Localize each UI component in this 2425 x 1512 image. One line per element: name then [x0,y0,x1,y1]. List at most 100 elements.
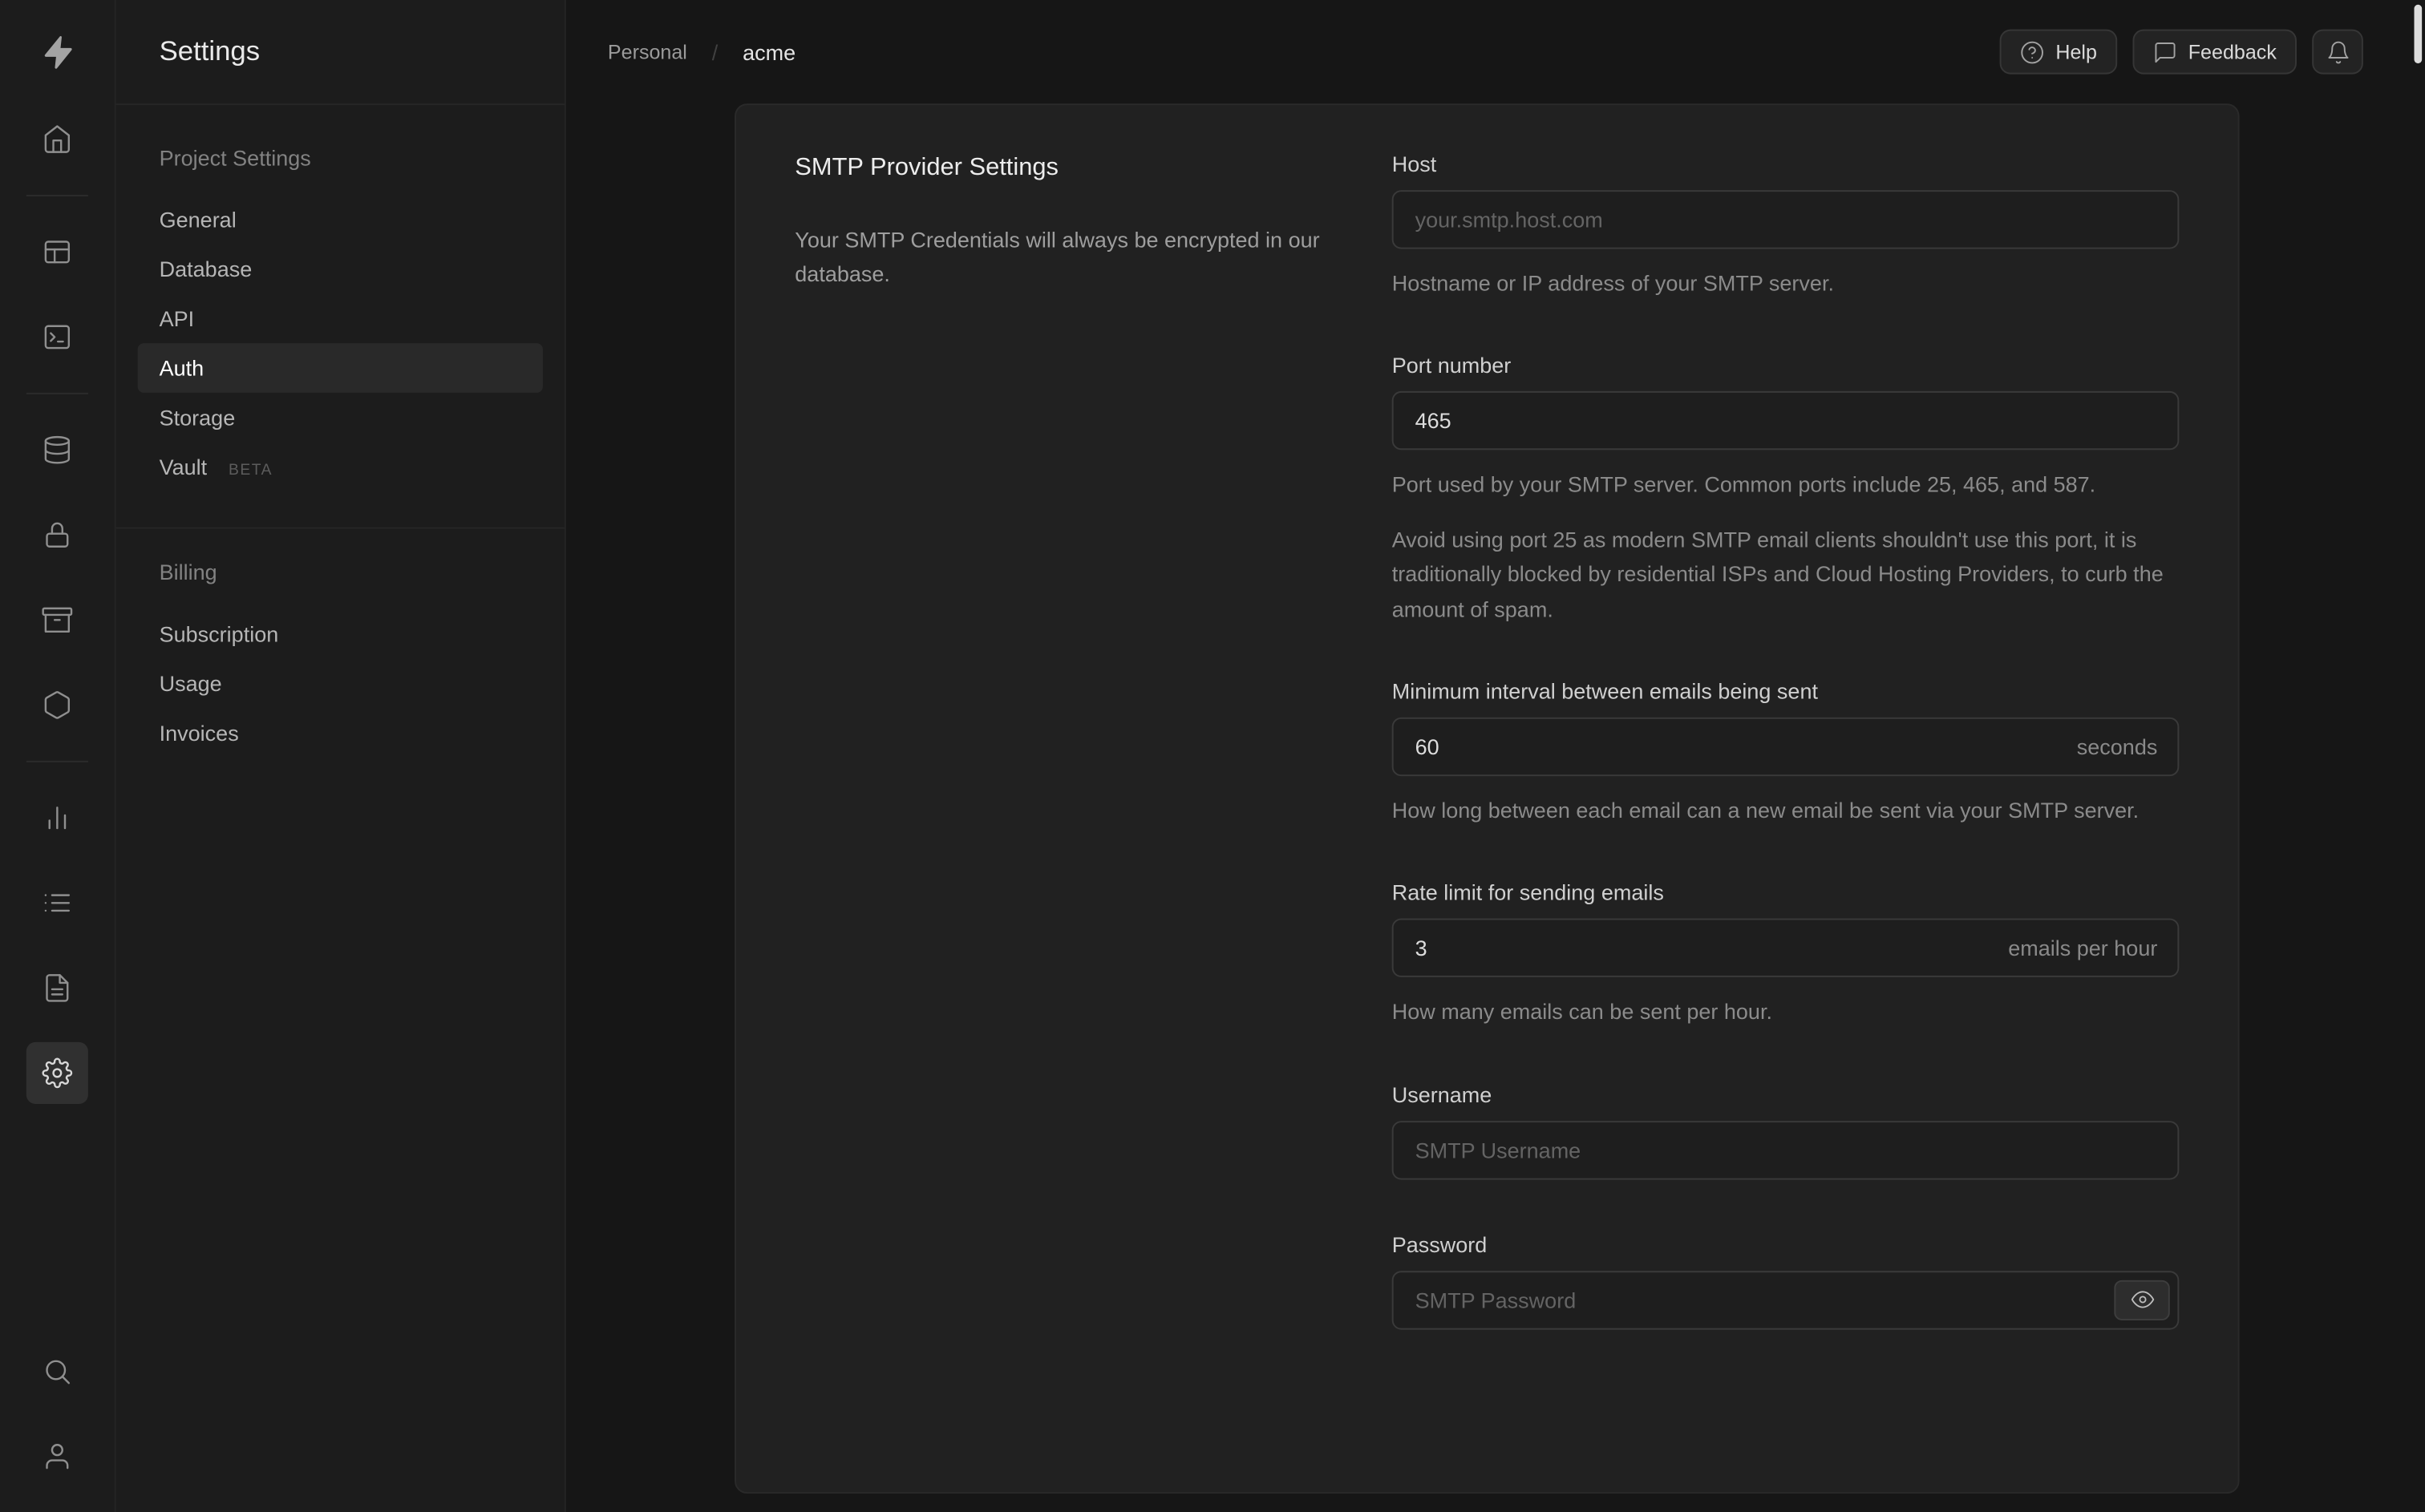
app-window: Settings Project Settings General Databa… [0,0,2425,1512]
sidebar-item-api[interactable]: API [116,293,565,343]
rail-item-home[interactable] [26,108,88,170]
rail-item-auth[interactable] [26,504,88,566]
section-heading-project-settings: Project Settings [159,145,311,171]
rail-item-logs[interactable] [26,872,88,934]
reveal-password-button[interactable] [2114,1280,2170,1320]
sidebar-item-general[interactable]: General [116,195,565,245]
smtp-port-input[interactable] [1391,391,2180,451]
storage-icon [42,607,73,633]
rail-item-settings[interactable] [26,1041,88,1104]
scrollbar-thumb[interactable] [2414,4,2423,64]
sidebar-item-usage[interactable]: Usage [116,659,565,709]
rail-item-table-editor[interactable] [26,221,88,283]
breadcrumb-project[interactable]: acme [743,39,796,64]
port-helper-1: Port used by your SMTP server. Common po… [1391,471,2096,497]
settings-sidebar-header: Settings [115,0,565,106]
eye-icon [2130,1291,2154,1308]
settings-sidebar: Settings Project Settings General Databa… [115,0,566,1512]
sql-editor-icon [44,325,71,350]
edge-functions-icon [44,691,71,719]
user-icon [46,1444,69,1470]
rail-divider [26,760,88,762]
sidebar-item-database[interactable]: Database [116,245,565,294]
settings-sidebar-body: Project Settings General Database API Au… [115,105,565,791]
lock-icon [46,522,69,548]
rail-item-reports[interactable] [26,787,88,849]
rate-limit-helper: How many emails can be sent per hour. [1391,999,1772,1025]
field-minimum-interval: Minimum interval between emails being se… [1391,678,2180,828]
field-rate-limit: Rate limit for sending emails emails per… [1391,880,2180,1029]
panel-title: SMTP Provider Settings [795,154,1059,181]
smtp-settings-panel: SMTP Provider Settings Your SMTP Credent… [735,103,2240,1494]
bell-icon [2327,40,2348,63]
icon-rail [0,0,116,1512]
page-title: Settings [159,35,261,67]
rail-item-database[interactable] [26,419,88,481]
port-input-wrap [1391,391,2180,451]
top-bar: Personal / acme Help Feedback [566,0,2425,103]
sidebar-item-subscription[interactable]: Subscription [116,609,565,659]
section-heading-billing: Billing [159,560,217,584]
help-button-label: Help [2055,40,2097,64]
database-icon [44,435,71,464]
home-icon [44,125,71,153]
password-label: Password [1391,1231,1488,1257]
search-icon [46,1360,71,1385]
host-helper: Hostname or IP address of your SMTP serv… [1391,270,1834,296]
feedback-button[interactable]: Feedback [2132,29,2297,75]
smtp-form: Host Hostname or IP address of your SMTP… [1391,151,2180,1445]
smtp-username-input[interactable] [1391,1120,2180,1179]
field-username: Username [1391,1081,2180,1179]
field-port: Port number Port used by your SMTP serve… [1391,353,2180,626]
smtp-host-input[interactable] [1391,190,2180,249]
interval-input-wrap: seconds [1391,717,2180,777]
port-label: Port number [1391,353,1512,378]
docs-icon [46,974,69,1002]
gear-icon [42,1057,73,1089]
password-input-wrap [1391,1270,2180,1330]
sidebar-item-vault-label: Vault [159,454,208,479]
help-button[interactable]: Help [1999,29,2118,75]
rate-limit-input[interactable] [1391,919,2180,978]
rail-divider [26,194,88,196]
interval-label: Minimum interval between emails being se… [1391,678,1818,704]
breadcrumb: Personal / acme [608,39,796,64]
logs-icon [44,894,71,912]
rate-limit-label: Rate limit for sending emails [1391,880,1664,905]
sidebar-item-invoices[interactable]: Invoices [116,708,565,758]
panel-description: Your SMTP Credentials will always be enc… [795,227,1320,287]
breadcrumb-separator: / [711,39,719,65]
supabase-logo[interactable] [26,22,88,83]
rail-item-docs[interactable] [26,957,88,1019]
port-helper-2: Avoid using port 25 as modern SMTP email… [1391,527,2164,621]
smtp-password-input[interactable] [1391,1270,2180,1330]
notifications-button[interactable] [2312,29,2363,75]
sidebar-divider [115,527,565,529]
host-label: Host [1391,151,1437,176]
interval-helper: How long between each email can a new em… [1391,798,2140,823]
beta-badge: BETA [228,462,273,479]
username-label: Username [1391,1081,1492,1107]
message-bubble-icon [2155,42,2176,63]
table-editor-icon [44,241,71,264]
main-area: Personal / acme Help Feedback SMTP Provi… [565,0,2425,1512]
sidebar-item-auth[interactable]: Auth [137,343,543,393]
rail-divider [26,392,88,394]
feedback-button-label: Feedback [2188,40,2277,64]
rail-item-sql-editor[interactable] [26,306,88,368]
content-area: SMTP Provider Settings Your SMTP Credent… [566,103,2425,1512]
reports-icon [48,807,67,830]
rail-item-user[interactable] [26,1425,88,1487]
help-circle-icon [2021,40,2044,63]
topbar-actions: Help Feedback [1999,29,2363,75]
rail-item-search[interactable] [26,1340,88,1402]
sidebar-item-storage[interactable]: Storage [116,393,565,443]
breadcrumb-org[interactable]: Personal [608,40,687,63]
minimum-interval-input[interactable] [1391,717,2180,777]
rail-item-edge-functions[interactable] [26,674,88,736]
rail-item-storage[interactable] [26,589,88,651]
field-password: Password [1391,1231,2180,1330]
host-input-wrap [1391,190,2180,249]
rate-limit-input-wrap: emails per hour [1391,919,2180,978]
sidebar-item-vault[interactable]: Vault BETA [116,443,565,497]
